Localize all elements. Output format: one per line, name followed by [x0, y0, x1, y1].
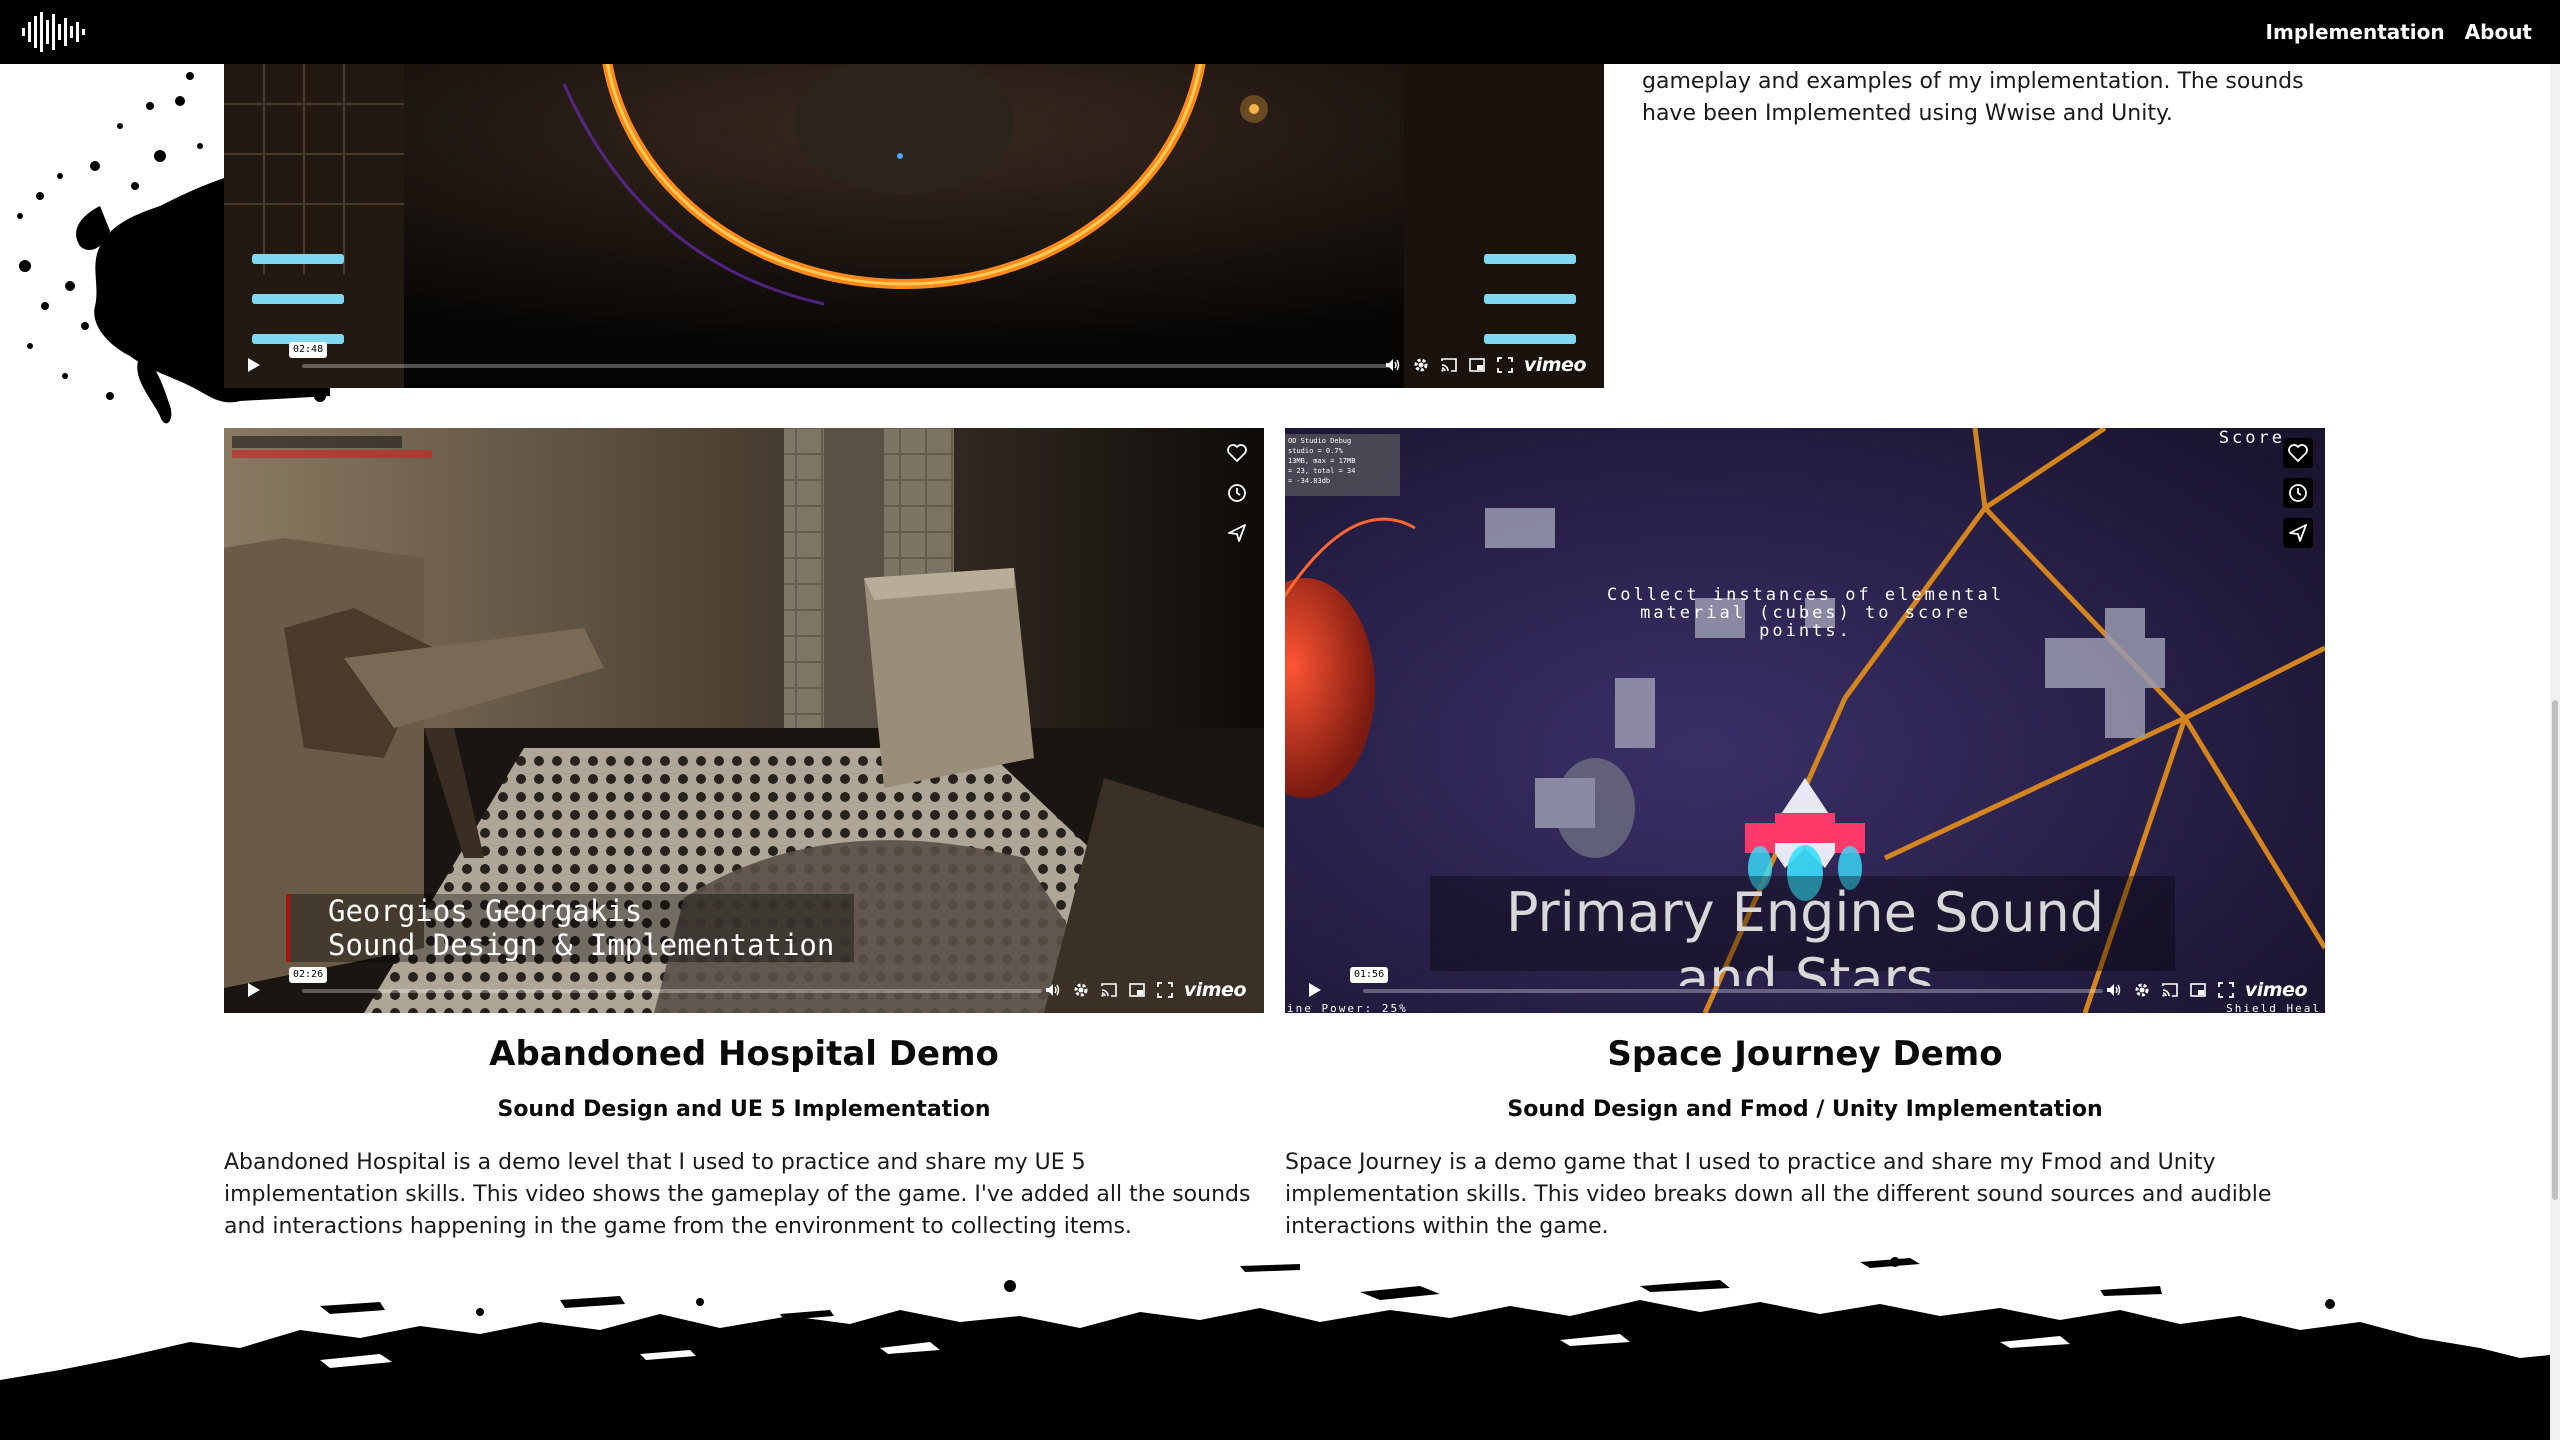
vimeo-logo[interactable]: vimeo [1184, 979, 1247, 1001]
hud-score-label: Score [2218, 428, 2285, 448]
nav-link-about[interactable]: About [2465, 20, 2532, 44]
credit-overlay: Georgios Georgakis Sound Design & Implem… [286, 894, 855, 962]
play-icon[interactable] [242, 979, 264, 1001]
video-progress-bar[interactable] [302, 364, 1392, 368]
vimeo-logo[interactable]: vimeo [2245, 979, 2308, 1001]
heart-icon[interactable] [1222, 438, 1252, 468]
fullscreen-icon[interactable] [1156, 981, 1174, 999]
card-title-space: Space Journey Demo [1607, 1034, 2003, 1074]
debug-line: = 23, total = 34 [1288, 467, 1356, 475]
heart-icon[interactable] [2283, 438, 2313, 468]
play-icon[interactable] [1303, 979, 1325, 1001]
video-timestamp: 02:26 [289, 967, 328, 983]
hud-shield-health: Shield Heal [2226, 1002, 2321, 1013]
volume-icon[interactable] [1384, 356, 1402, 374]
video-control-icons: vimeo [1044, 979, 1247, 1001]
clock-icon[interactable] [1222, 478, 1252, 508]
top-navigation-bar: Implementation About [0, 0, 2560, 64]
share-send-icon[interactable] [1222, 518, 1252, 548]
debug-line: studio = 0.7% [1288, 447, 1343, 455]
picture-in-picture-icon[interactable] [1128, 981, 1146, 999]
subtitle-line-1: Primary Engine Sound [1505, 881, 2105, 944]
settings-gear-icon[interactable] [1072, 981, 1090, 999]
space-video-controls: 01:56 vimeo [1285, 957, 2325, 1013]
settings-gear-icon[interactable] [2133, 981, 2151, 999]
game-caption: Collect instances of elemental material … [1606, 585, 2005, 641]
cast-icon[interactable] [1100, 981, 1118, 999]
credit-name: Georgios Georgakis [328, 894, 643, 928]
space-video-side-icons [2283, 438, 2313, 548]
share-send-icon[interactable] [2283, 518, 2313, 548]
soundwave-logo-icon[interactable] [20, 10, 86, 54]
volume-icon[interactable] [1044, 981, 1062, 999]
hospital-video-controls: 02:26 vimeo [224, 957, 1264, 1013]
torn-paper-footer [0, 1257, 2560, 1440]
video-progress-bar[interactable] [1363, 989, 2103, 993]
picture-in-picture-icon[interactable] [2189, 981, 2207, 999]
video-control-icons: vimeo [1384, 354, 1587, 376]
nav-link-implementation[interactable]: Implementation [2266, 20, 2445, 44]
card-subtitle-space: Sound Design and Fmod / Unity Implementa… [1507, 1097, 2103, 1122]
hospital-video-side-icons [1222, 438, 1252, 548]
video-progress-bar[interactable] [302, 989, 1042, 993]
cast-icon[interactable] [2161, 981, 2179, 999]
volume-icon[interactable] [2105, 981, 2123, 999]
clock-icon[interactable] [2283, 478, 2313, 508]
fmod-debug-panel: OD Studio Debug studio = 0.7% 13MB, max … [1288, 436, 1400, 486]
scrollbar-thumb[interactable] [2552, 700, 2558, 1200]
card-title-hospital: Abandoned Hospital Demo [489, 1034, 999, 1074]
hud-engine-power: ine Power: 25% [1287, 1002, 1408, 1013]
play-icon[interactable] [242, 354, 264, 376]
settings-gear-icon[interactable] [1412, 356, 1430, 374]
video-timestamp: 02:48 [289, 342, 328, 358]
top-video-player[interactable]: 02:48 vimeo [224, 64, 1604, 388]
card-subtitle-hospital: Sound Design and UE 5 Implementation [497, 1097, 991, 1122]
debug-line: OD Studio Debug [1288, 437, 1352, 445]
vimeo-logo[interactable]: vimeo [1524, 354, 1587, 376]
picture-in-picture-icon[interactable] [1468, 356, 1486, 374]
top-video-controls: 02:48 vimeo [224, 332, 1604, 388]
page-scrollbar[interactable] [2550, 64, 2560, 1440]
hospital-video-player[interactable]: Georgios Georgakis Sound Design & Implem… [224, 428, 1264, 1013]
video-timestamp: 01:56 [1350, 967, 1389, 983]
debug-line: = -34.83db [1288, 477, 1331, 485]
card-description-space: Space Journey is a demo game that I used… [1285, 1150, 2272, 1239]
fullscreen-icon[interactable] [1496, 356, 1514, 374]
card-description-hospital: Abandoned Hospital is a demo level that … [224, 1150, 1251, 1239]
cast-icon[interactable] [1440, 356, 1458, 374]
fullscreen-icon[interactable] [2217, 981, 2235, 999]
top-video-description: gameplay and examples of my implementati… [1642, 69, 2304, 126]
main-nav: Implementation About [2266, 0, 2532, 64]
video-control-icons: vimeo [2105, 979, 2308, 1001]
debug-line: 13MB, max = 17MB [1288, 457, 1356, 465]
space-video-player[interactable]: OD Studio Debug studio = 0.7% 13MB, max … [1285, 428, 2325, 1013]
